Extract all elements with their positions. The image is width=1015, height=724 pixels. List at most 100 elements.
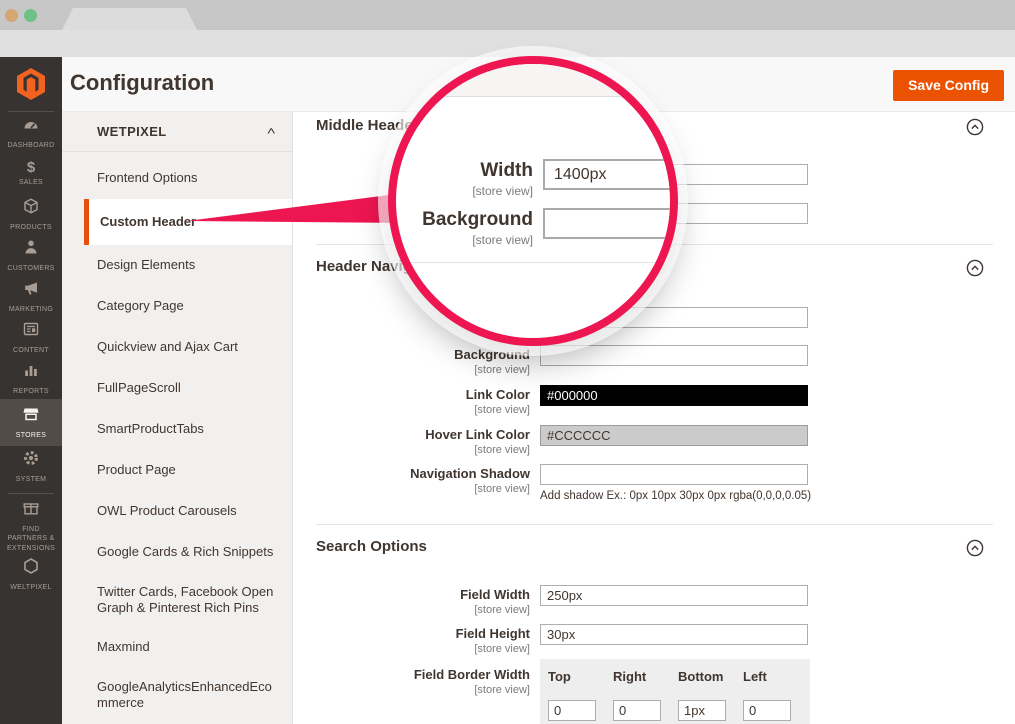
nav-item-weltpixel[interactable]: WELTPIXEL: [0, 552, 62, 598]
config-nav-item-smartproducttabs[interactable]: SmartProductTabs: [62, 409, 292, 450]
config-nav-item-category-page[interactable]: Category Page: [62, 286, 292, 327]
field-label: Field Border Width: [310, 668, 530, 682]
save-config-button[interactable]: Save Config: [893, 70, 1004, 101]
magnified-field-label: Width: [396, 161, 533, 181]
field-label-wrap: Field Width [store view]: [310, 585, 530, 616]
screenshot-root: DASHBOARD $ SALES PRODUCTS CUSTOMERS MAR…: [0, 0, 1015, 724]
config-nav-list: Frontend Options Custom Header Design El…: [62, 152, 292, 722]
traffic-light-green-icon[interactable]: [24, 9, 37, 22]
hover-link-color-input[interactable]: [540, 425, 808, 446]
nav-item-content[interactable]: CONTENT: [0, 317, 62, 358]
config-group-header[interactable]: WETPIXEL ˄: [62, 112, 292, 152]
magnified-field-label-wrap: Background [store view]: [396, 210, 533, 247]
col-header-bottom: Bottom: [678, 669, 743, 684]
border-top-input[interactable]: [548, 700, 596, 721]
col-header-right: Right: [613, 669, 678, 684]
field-scope: [store view]: [310, 444, 530, 456]
config-nav-item-google-cards[interactable]: Google Cards & Rich Snippets: [62, 532, 292, 573]
field-label: Navigation Shadow: [310, 467, 530, 481]
border-width-table: Top Right Bottom Left: [540, 659, 810, 724]
config-nav-item-product-page[interactable]: Product Page: [62, 450, 292, 491]
nav-item-label: CONTENT: [13, 346, 49, 355]
nav-background-input[interactable]: [540, 345, 808, 366]
config-sidebar: WETPIXEL ˄ Frontend Options Custom Heade…: [62, 112, 293, 724]
border-width-inputs: [548, 700, 810, 721]
navigation-shadow-input[interactable]: [540, 464, 808, 485]
magento-logo-icon: [16, 67, 46, 101]
nav-item-customers[interactable]: CUSTOMERS: [0, 235, 62, 276]
field-label: Hover Link Color: [310, 428, 530, 442]
page-layout-icon: [22, 320, 40, 343]
border-bottom-input[interactable]: [678, 700, 726, 721]
config-nav-item-frontend-options[interactable]: Frontend Options: [62, 158, 292, 199]
magnified-field-label-wrap: Width [store view]: [396, 161, 533, 198]
link-color-input[interactable]: [540, 385, 808, 406]
config-nav-item-quickview[interactable]: Quickview and Ajax Cart: [62, 327, 292, 368]
section-title-search-options: Search Options: [316, 538, 427, 555]
nav-item-label: STORES: [16, 431, 46, 440]
admin-sidebar: DASHBOARD $ SALES PRODUCTS CUSTOMERS MAR…: [0, 57, 62, 724]
magnified-field-label: Background: [396, 210, 533, 230]
field-height-input[interactable]: [540, 624, 808, 645]
config-nav-item-owl-carousels[interactable]: OWL Product Carousels: [62, 491, 292, 532]
collapse-section-icon[interactable]: [966, 539, 984, 557]
field-label-wrap: Field Height [store view]: [310, 624, 530, 655]
browser-tab[interactable]: [62, 8, 197, 30]
nav-item-marketing[interactable]: MARKETING: [0, 276, 62, 317]
magnified-background-input[interactable]: [543, 208, 670, 239]
config-nav-item-twitter-cards[interactable]: Twitter Cards, Facebook Open Graph & Pin…: [62, 573, 292, 627]
collapse-section-icon[interactable]: [966, 118, 984, 136]
collapse-section-icon[interactable]: [966, 259, 984, 277]
nav-item-label: SALES: [19, 178, 43, 187]
nav-item-label: DASHBOARD: [7, 141, 54, 150]
section-title-middle-header: Middle Header: [316, 117, 419, 134]
magento-logo[interactable]: [0, 57, 62, 111]
magnified-width-input[interactable]: [543, 159, 670, 190]
traffic-light-yellow-icon[interactable]: [5, 9, 18, 22]
field-width-input[interactable]: [540, 585, 808, 606]
field-scope: [store view]: [310, 364, 530, 376]
col-header-top: Top: [548, 669, 613, 684]
section-divider: [316, 524, 993, 525]
magnified-field-scope: [store view]: [396, 233, 533, 247]
nav-item-label: SYSTEM: [16, 475, 47, 484]
field-note: Add shadow Ex.: 0px 10px 30px 0px rgba(0…: [540, 490, 811, 502]
storefront-icon: [22, 405, 40, 428]
config-nav-item-maxmind[interactable]: Maxmind: [62, 627, 292, 668]
field-label: Field Width: [310, 588, 530, 602]
nav-divider: [8, 493, 54, 494]
config-nav-item-custom-header[interactable]: Custom Header: [84, 199, 292, 245]
border-left-input[interactable]: [743, 700, 791, 721]
gift-box-icon: [22, 499, 40, 522]
nav-item-reports[interactable]: REPORTS: [0, 358, 62, 399]
nav-item-label: WELTPIXEL: [10, 583, 51, 592]
field-scope: [store view]: [310, 404, 530, 416]
nav-item-sales[interactable]: $ SALES: [0, 153, 62, 194]
nav-item-find-partners[interactable]: FIND PARTNERS & EXTENSIONS: [0, 500, 62, 552]
field-label-wrap: Link Color [store view]: [310, 385, 530, 416]
bar-chart-icon: [22, 361, 40, 384]
nav-item-stores[interactable]: STORES: [0, 399, 62, 446]
field-scope: [store view]: [310, 643, 530, 655]
config-group-label: WETPIXEL: [97, 124, 268, 139]
nav-item-label: MARKETING: [9, 305, 53, 314]
field-label-wrap: Field Border Width [store view]: [310, 665, 530, 696]
person-icon: [22, 238, 40, 261]
dollar-icon: $: [27, 160, 35, 175]
config-nav-item-design-elements[interactable]: Design Elements: [62, 245, 292, 286]
nav-item-system[interactable]: SYSTEM: [0, 446, 62, 487]
field-scope: [store view]: [310, 483, 530, 495]
nav-item-products[interactable]: PRODUCTS: [0, 194, 62, 235]
config-nav-item-fullpagescroll[interactable]: FullPageScroll: [62, 368, 292, 409]
dashboard-gauge-icon: [22, 115, 40, 138]
field-label: Link Color: [310, 388, 530, 402]
page-title: Configuration: [70, 70, 214, 96]
field-label-wrap: Navigation Shadow [store view]: [310, 464, 530, 495]
border-right-input[interactable]: [613, 700, 661, 721]
cube-icon: [22, 197, 40, 220]
config-nav-item-google-analytics[interactable]: GoogleAnalyticsEnhancedEcommerce: [62, 668, 292, 722]
browser-titlebar: [0, 0, 1015, 30]
nav-item-dashboard[interactable]: DASHBOARD: [0, 112, 62, 153]
field-label: Field Height: [310, 627, 530, 641]
magnified-section-divider: [396, 262, 670, 263]
